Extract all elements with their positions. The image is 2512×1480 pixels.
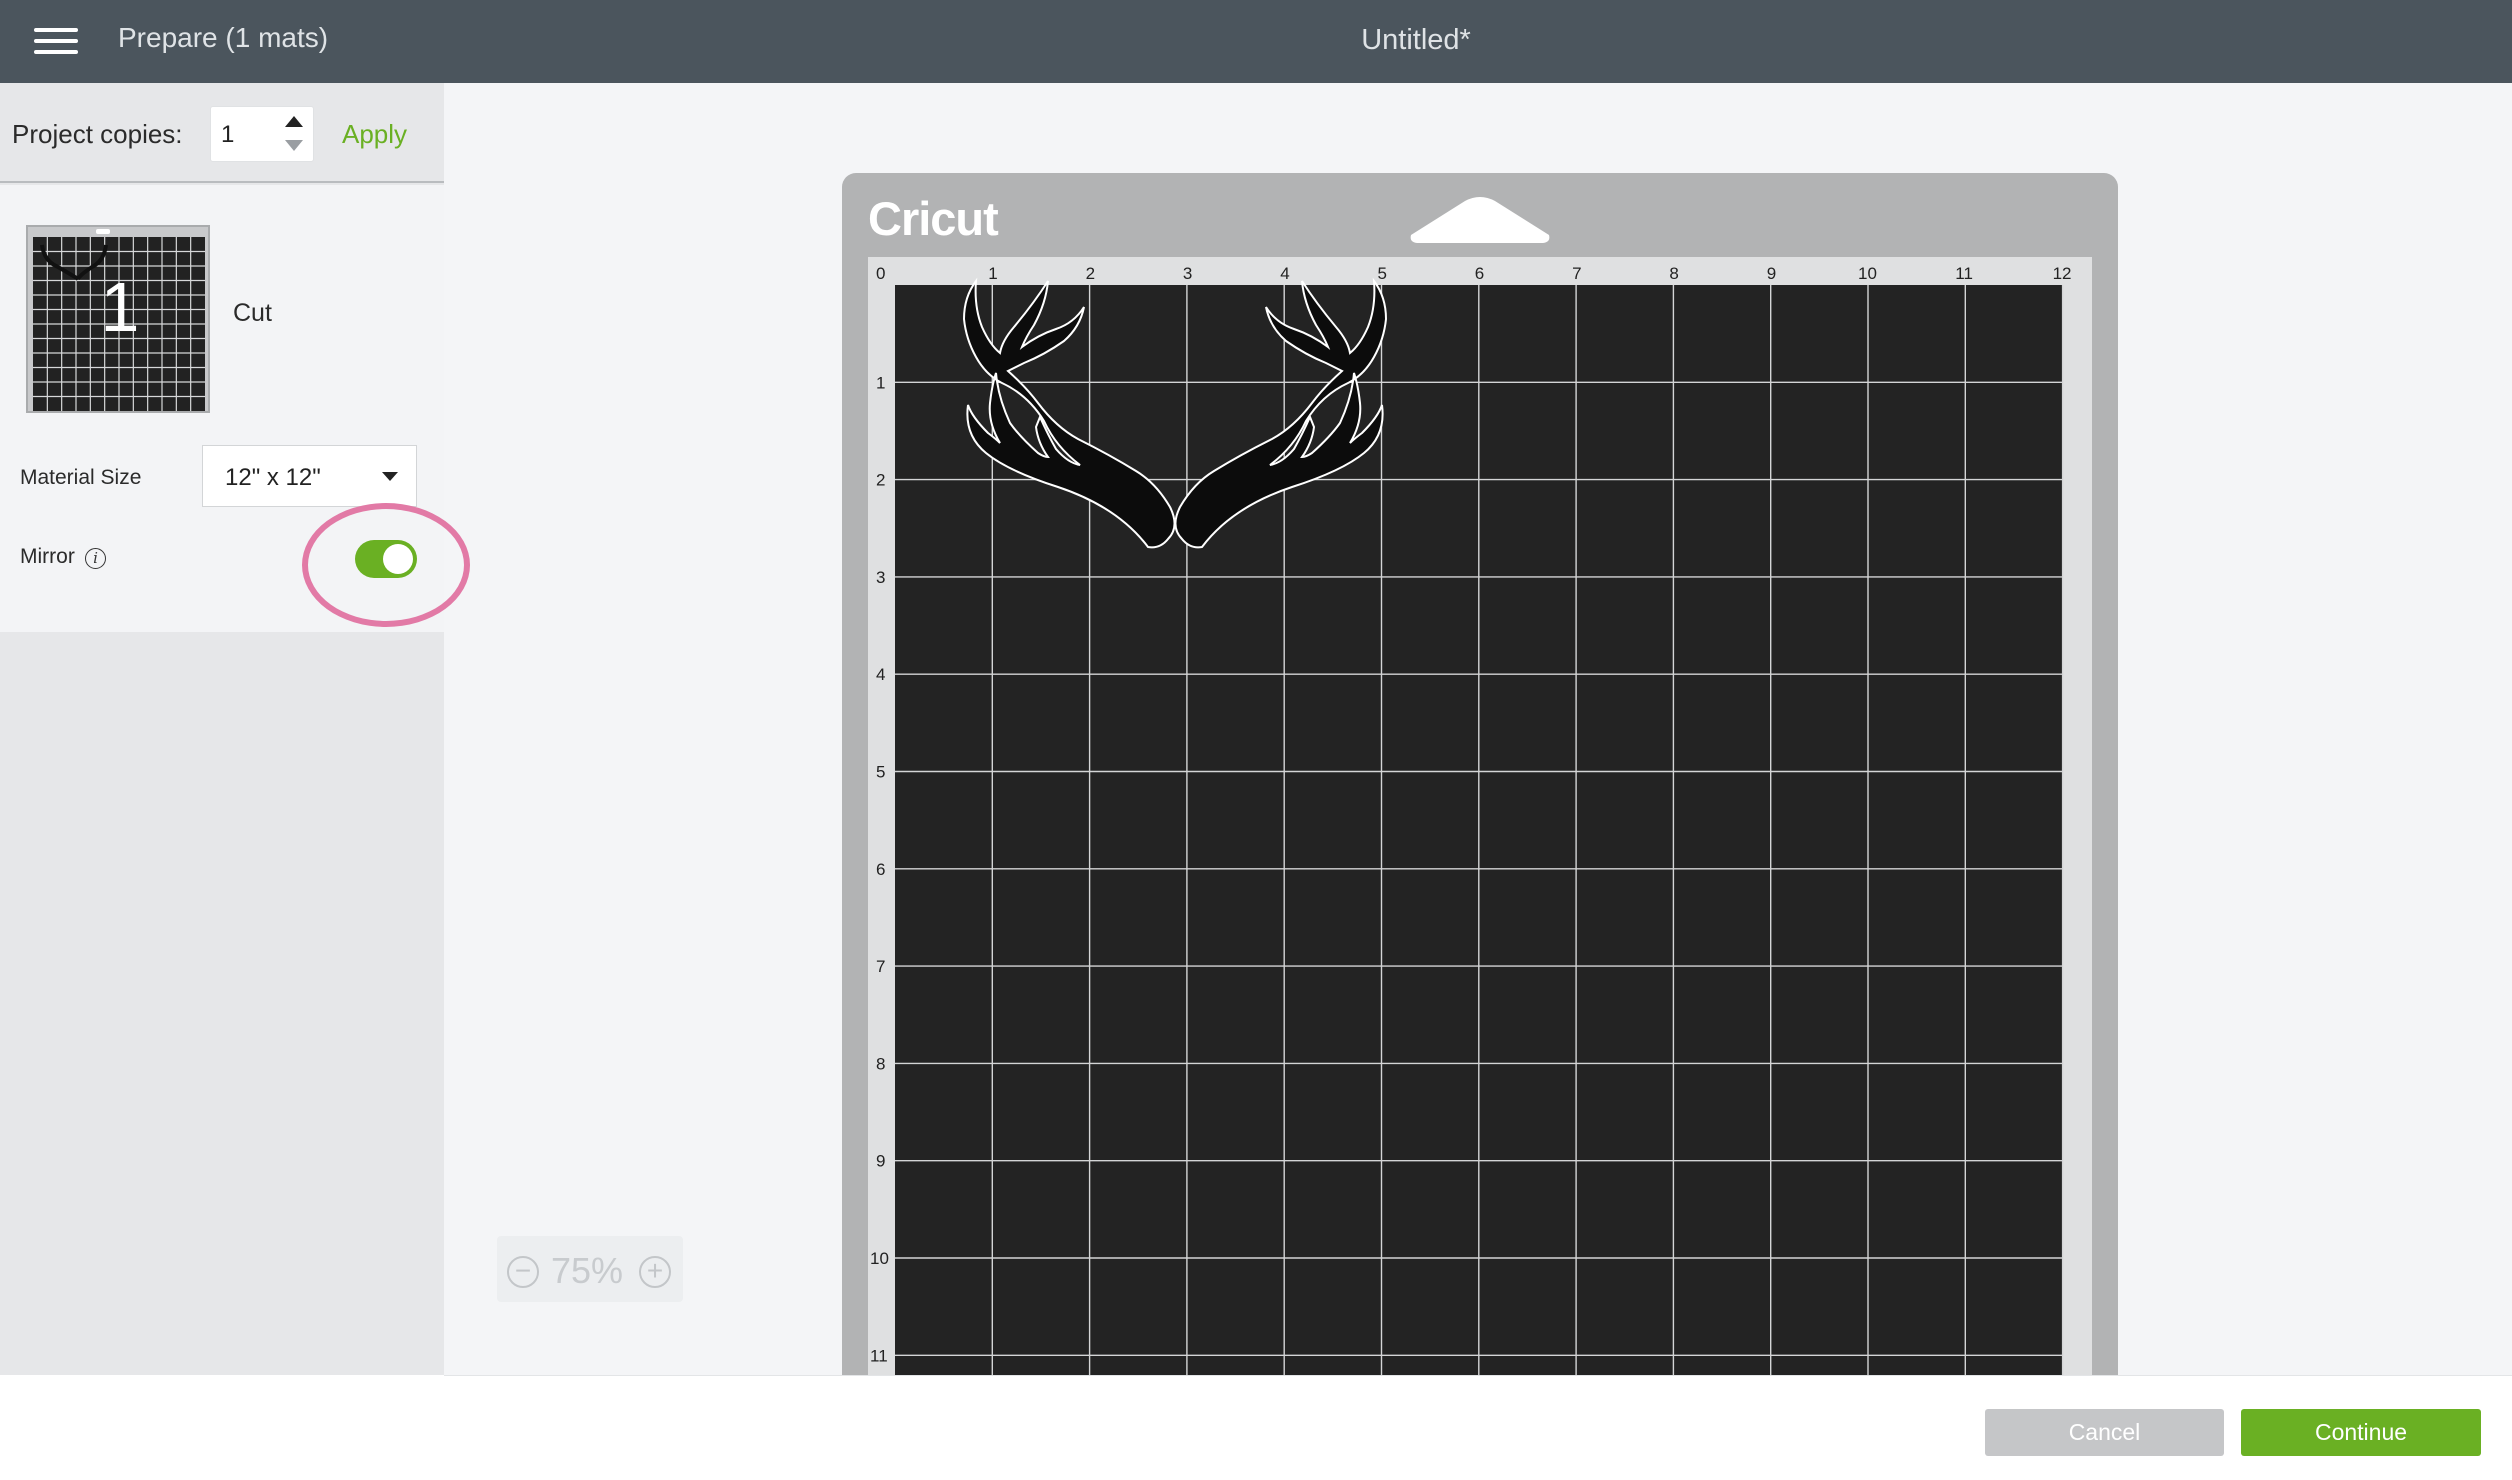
document-title: Untitled* — [1361, 24, 1471, 56]
ruler-x-label: 1 — [988, 264, 997, 283]
mat-number: 1 — [100, 268, 140, 346]
ruler-y-label: 5 — [876, 763, 885, 782]
footer-bar: Cancel Continue — [444, 1375, 2512, 1480]
zoom-control: − 75% + — [497, 1236, 683, 1302]
apply-button[interactable]: Apply — [342, 119, 407, 150]
ruler-y-label: 8 — [876, 1054, 885, 1073]
ruler-x-label: 5 — [1378, 264, 1387, 283]
cancel-button[interactable]: Cancel — [1985, 1409, 2224, 1456]
material-size-label: Material Size — [20, 466, 142, 489]
mat-grid: 0 1 2 3 4 5 6 7 8 9 10 11 12 1234567891011 — [870, 264, 2072, 1375]
ruler-y-label: 1 — [876, 373, 885, 392]
hamburger-menu-icon[interactable] — [34, 24, 78, 58]
info-icon[interactable]: i — [85, 548, 106, 569]
project-copies-bar: Project copies: 1 Apply — [0, 83, 444, 183]
highlight-circle-annotation — [302, 503, 470, 627]
ruler-y-label: 4 — [876, 665, 885, 684]
project-copies-input[interactable]: 1 — [210, 106, 314, 162]
ruler-y-label: 10 — [870, 1249, 889, 1268]
ruler-x-label: 10 — [1858, 264, 1877, 283]
zoom-in-icon[interactable]: + — [639, 1256, 671, 1288]
increment-arrow-icon[interactable] — [285, 116, 303, 127]
ruler-x-label: 6 — [1475, 264, 1484, 283]
material-size-value: 12" x 12" — [225, 464, 321, 491]
ruler-y-label: 9 — [876, 1152, 885, 1171]
left-sidebar: Project copies: 1 Apply 1 Cut Material S… — [0, 83, 470, 1375]
ruler-x-label: 12 — [2053, 264, 2072, 283]
ruler-y-label: 11 — [870, 1346, 888, 1365]
chevron-down-icon — [382, 472, 398, 481]
ruler-y-label: 2 — [876, 471, 885, 490]
sidebar-footer — [0, 1375, 444, 1480]
ruler-x-label: 2 — [1086, 264, 1095, 283]
ruler-x-label: 11 — [1955, 264, 1973, 283]
zoom-out-icon[interactable]: − — [507, 1256, 539, 1288]
decrement-arrow-icon[interactable] — [285, 140, 303, 151]
ruler-y-label: 6 — [876, 860, 885, 879]
ruler-x-label: 4 — [1280, 264, 1289, 283]
continue-button[interactable]: Continue — [2241, 1409, 2481, 1456]
ruler-x-label: 7 — [1572, 264, 1581, 283]
zoom-level: 75% — [551, 1250, 624, 1291]
mat-thumbnail[interactable]: 1 — [26, 225, 210, 413]
mat-type-label: Cut — [233, 299, 272, 327]
mat-surface: 0 1 2 3 4 5 6 7 8 9 10 11 12 1 2 3 4 5 6 7 8 9 10 11 — [868, 257, 2092, 1375]
material-size-dropdown[interactable]: 12" x 12" — [202, 445, 417, 507]
ruler-x-label: 8 — [1669, 264, 1678, 283]
ruler-x-label: 0 — [876, 264, 885, 283]
project-copies-label: Project copies: — [12, 119, 183, 149]
top-bar: Prepare (1 mats) Untitled* — [0, 0, 2512, 83]
ruler-y-label: 3 — [876, 568, 885, 587]
project-copies-value: 1 — [221, 121, 235, 148]
page-title: Prepare (1 mats) — [118, 22, 329, 53]
mat-panel: 1 Cut Material Size 12" x 12" Mirror i — [0, 185, 470, 632]
cricut-logo: Cricut — [868, 192, 999, 245]
ruler-x-label: 9 — [1767, 264, 1776, 283]
cutting-mat: Cricut 0 1 2 3 4 5 6 7 8 9 10 11 12 1 2 3 4 5 6 7 8 9 10 11 — [842, 173, 2118, 1375]
mirror-label: Mirror — [20, 545, 75, 568]
mat-tab-icon — [1410, 197, 1550, 243]
ruler-x-label: 3 — [1183, 264, 1192, 283]
ruler-y-label: 7 — [876, 957, 885, 976]
